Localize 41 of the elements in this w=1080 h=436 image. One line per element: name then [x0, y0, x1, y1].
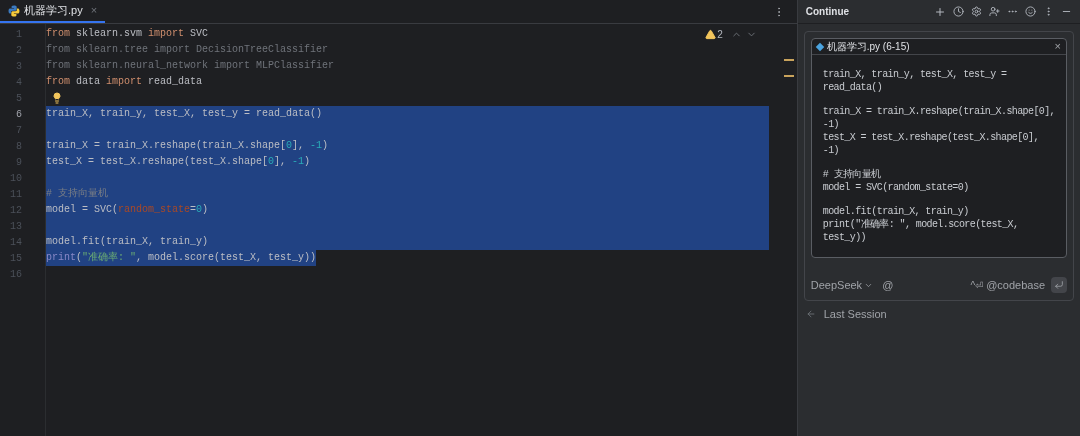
panel-title: Continue	[805, 5, 850, 19]
warning-icon[interactable]	[705, 29, 717, 40]
history-icon[interactable]	[953, 6, 964, 17]
settings-icon[interactable]	[971, 6, 982, 17]
smiley-icon[interactable]	[1025, 6, 1036, 17]
enter-icon	[1054, 280, 1064, 290]
model-selector[interactable]: DeepSeek	[810, 276, 874, 294]
line-number: 6	[16, 107, 22, 122]
code-line: model = SVC(random_state=0)	[822, 181, 970, 194]
python-file-icon	[8, 4, 20, 17]
close-icon[interactable]: ×	[90, 2, 98, 19]
warning-count: 2	[717, 28, 723, 42]
code-line: train_X, train_y, test_X, test_y =	[822, 68, 1008, 81]
close-icon[interactable]: ×	[1054, 38, 1061, 55]
add-icon[interactable]	[934, 5, 946, 18]
lightbulb-icon[interactable]	[51, 92, 63, 104]
file-icon	[815, 42, 824, 51]
code-line: -1)	[822, 118, 840, 131]
code-line: from sklearn.tree import DecisionTreeClassifier	[46, 43, 329, 57]
codebase-button[interactable]: @codebase	[986, 276, 1045, 294]
code-line: from sklearn.neural_network import MLPClassifier	[46, 59, 335, 73]
code-line: test_y))	[822, 231, 867, 244]
shortcut-hint: ^⏎	[970, 278, 984, 293]
add-user-icon[interactable]	[989, 6, 1000, 17]
code-line: -1)	[822, 144, 840, 157]
code-line: train_X = train_X.reshape(train_X.shape[0],	[822, 105, 1055, 118]
chat-input-card[interactable]	[803, 31, 1074, 301]
code-line: model.fit(train_X, train_y)	[822, 205, 970, 218]
warning-stripe[interactable]	[783, 75, 794, 77]
code-line: print("准确率: ", model.score(test_X,	[822, 218, 1020, 231]
last-session-link[interactable]: Last Session	[823, 306, 887, 323]
context-file-name: 机器学习.py (6-15)	[826, 40, 910, 54]
file-tab[interactable]: 机器学习.py ×	[0, 0, 106, 23]
code-line: # 支持向量机	[822, 168, 882, 181]
code-line: test_X = test_X.reshape(test_X.shape[0],	[822, 131, 1040, 144]
code-line: read_data()	[822, 81, 884, 94]
warning-stripe[interactable]	[783, 59, 794, 61]
send-button[interactable]	[1051, 277, 1067, 293]
code-line: from sklearn.svm import SVC	[46, 27, 209, 41]
mention-button[interactable]: @	[882, 276, 894, 294]
code-line: from data import read_data	[46, 75, 203, 89]
